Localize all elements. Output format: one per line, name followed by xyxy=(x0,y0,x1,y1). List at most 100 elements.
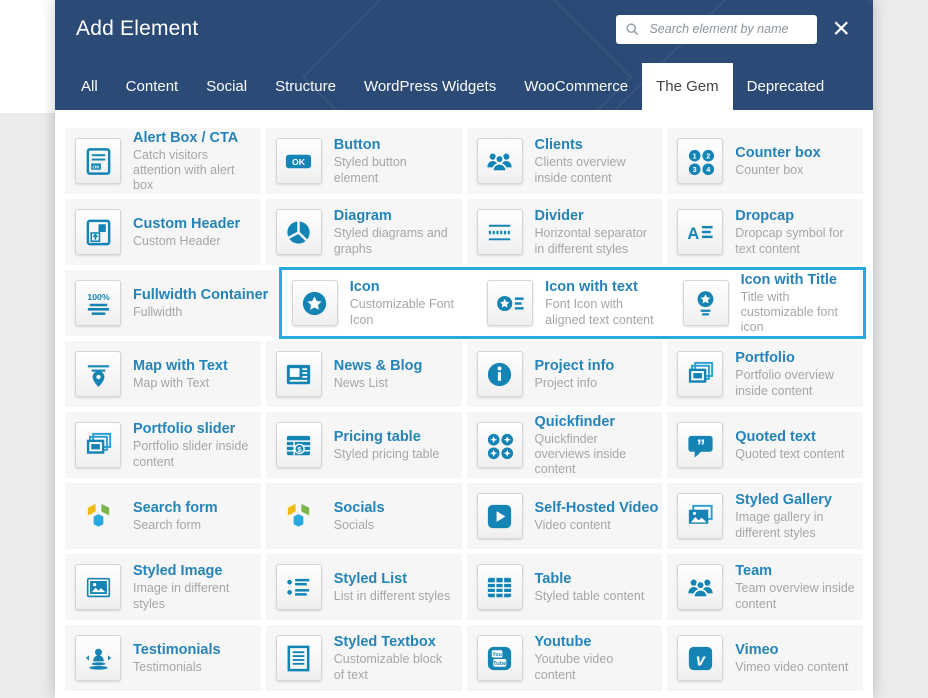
element-description: Portfolio slider inside content xyxy=(133,439,253,470)
element-description: Vimeo video content xyxy=(735,660,848,675)
element-card-news-blog[interactable]: News & BlogNews List xyxy=(266,341,462,407)
element-card-socials[interactable]: SocialsSocials xyxy=(266,483,462,549)
element-title: Map with Text xyxy=(133,357,228,375)
photo-gallery-icon xyxy=(677,493,723,539)
element-card-styled-image[interactable]: Styled ImageImage in different styles xyxy=(65,554,261,620)
element-card-custom-header[interactable]: Custom HeaderCustom Header xyxy=(65,199,261,265)
element-card-icon-with-text[interactable]: Icon with textFont Icon with aligned tex… xyxy=(477,270,667,336)
play-button-icon xyxy=(477,493,523,539)
element-card-alert-box-cta[interactable]: OKAlert Box / CTACatch visitors attentio… xyxy=(65,128,261,194)
framed-image-icon xyxy=(75,564,121,610)
element-card-button[interactable]: OKButtonStyled button element xyxy=(266,128,462,194)
fullwidth-icon: 100% xyxy=(75,280,121,326)
tab-content[interactable]: Content xyxy=(112,63,193,110)
tab-all[interactable]: All xyxy=(67,63,112,110)
tabs-bar: AllContentSocialStructureWordPress Widge… xyxy=(55,63,873,110)
tab-structure[interactable]: Structure xyxy=(261,63,350,110)
element-card-clients[interactable]: ClientsClients overview inside content xyxy=(467,128,663,194)
element-title: Divider xyxy=(535,207,655,225)
tab-the-gem[interactable]: The Gem xyxy=(642,63,733,110)
element-description: Socials xyxy=(334,518,385,533)
page-corner xyxy=(0,0,55,113)
element-card-quoted-text[interactable]: ”Quoted textQuoted text content xyxy=(667,412,863,478)
element-description: Portfolio overview inside content xyxy=(735,368,855,399)
element-title: Search form xyxy=(133,499,218,517)
element-card-divider[interactable]: DividerHorizontal separator in different… xyxy=(467,199,663,265)
star-circle-text-icon xyxy=(487,280,533,326)
elements-grid: OKAlert Box / CTACatch visitors attentio… xyxy=(65,128,863,691)
grid-row: TestimonialsTestimonialsStyled TextboxCu… xyxy=(65,625,863,691)
alert-box-icon: OK xyxy=(75,138,121,184)
grid-row: Search formSearch formSocialsSocialsSelf… xyxy=(65,483,863,549)
dropcap-icon: A xyxy=(677,209,723,255)
counter-icon: 1234 xyxy=(677,138,723,184)
element-description: Quoted text content xyxy=(735,447,844,462)
grid-row: OKAlert Box / CTACatch visitors attentio… xyxy=(65,128,863,194)
vimeo-icon: v xyxy=(677,635,723,681)
element-description: Quickfinder overviews inside content xyxy=(535,432,655,478)
close-button[interactable]: × xyxy=(830,16,852,42)
element-card-icon-with-title[interactable]: Icon with TitleTitle with customizable f… xyxy=(673,270,863,336)
svg-text:OK: OK xyxy=(292,157,306,167)
element-card-self-hosted-video[interactable]: Self-Hosted VideoVideo content xyxy=(467,483,663,549)
element-title: Project info xyxy=(535,357,615,375)
element-title: Styled Gallery xyxy=(735,491,855,509)
element-card-portfolio[interactable]: PortfolioPortfolio overview inside conte… xyxy=(667,341,863,407)
svg-text:2: 2 xyxy=(706,151,710,160)
element-title: Fullwidth Container xyxy=(133,286,268,304)
tab-wordpress-widgets[interactable]: WordPress Widgets xyxy=(350,63,510,110)
element-description: Image in different styles xyxy=(133,581,253,612)
element-card-counter-box[interactable]: 1234Counter boxCounter box xyxy=(667,128,863,194)
page-title: Add Element xyxy=(76,17,198,41)
svg-text:3: 3 xyxy=(692,164,696,173)
element-card-search-form[interactable]: Search formSearch form xyxy=(65,483,261,549)
element-card-project-info[interactable]: Project infoProject info xyxy=(467,341,663,407)
element-card-fullwidth-container[interactable]: 100% Fullwidth ContainerFullwidth xyxy=(65,270,277,336)
youtube-icon: YouTube xyxy=(477,635,523,681)
element-card-pricing-table[interactable]: $Pricing tableStyled pricing table xyxy=(266,412,462,478)
element-card-styled-list[interactable]: Styled ListList in different styles xyxy=(266,554,462,620)
element-description: Font Icon with aligned text content xyxy=(545,297,659,328)
element-description: Map with Text xyxy=(133,376,228,391)
element-description: Horizontal separator in different styles xyxy=(535,226,655,257)
svg-text:100%: 100% xyxy=(87,292,110,302)
element-card-styled-gallery[interactable]: Styled GalleryImage gallery in different… xyxy=(667,483,863,549)
element-card-youtube[interactable]: YouTubeYoutubeYoutube video content xyxy=(467,625,663,691)
element-card-vimeo[interactable]: vVimeoVimeo video content xyxy=(667,625,863,691)
element-card-table[interactable]: TableStyled table content xyxy=(467,554,663,620)
element-title: Icon with Title xyxy=(741,271,855,289)
tab-woocommerce[interactable]: WooCommerce xyxy=(510,63,642,110)
element-card-map-with-text[interactable]: Map with TextMap with Text xyxy=(65,341,261,407)
element-card-styled-textbox[interactable]: Styled TextboxCustomizable block of text xyxy=(266,625,462,691)
element-card-icon[interactable]: IconCustomizable Font Icon xyxy=(282,270,472,336)
search-box[interactable] xyxy=(616,15,817,44)
element-card-diagram[interactable]: DiagramStyled diagrams and graphs xyxy=(266,199,462,265)
element-description: Image gallery in different styles xyxy=(735,510,855,541)
element-card-dropcap[interactable]: ADropcapDropcap symbol for text content xyxy=(667,199,863,265)
star-circle-title-icon xyxy=(683,280,729,326)
element-title: Testimonials xyxy=(133,641,221,659)
element-title: Table xyxy=(535,570,645,588)
element-card-team[interactable]: TeamTeam overview inside content xyxy=(667,554,863,620)
ok-button-icon: OK xyxy=(276,138,322,184)
element-description: Search form xyxy=(133,518,218,533)
element-title: Button xyxy=(334,136,454,154)
tab-deprecated[interactable]: Deprecated xyxy=(733,63,839,110)
element-title: Icon xyxy=(350,278,464,296)
element-card-testimonials[interactable]: TestimonialsTestimonials xyxy=(65,625,261,691)
element-description: Fullwidth xyxy=(133,305,268,320)
element-title: Dropcap xyxy=(735,207,855,225)
table-grid-icon xyxy=(477,564,523,610)
info-circle-icon xyxy=(477,351,523,397)
element-card-quickfinder[interactable]: QuickfinderQuickfinder overviews inside … xyxy=(467,412,663,478)
tab-social[interactable]: Social xyxy=(192,63,261,110)
people-group-icon xyxy=(677,564,723,610)
element-title: Clients xyxy=(535,136,655,154)
element-title: Alert Box / CTA xyxy=(133,129,253,147)
element-title: Self-Hosted Video xyxy=(535,499,655,517)
element-title: Portfolio xyxy=(735,349,855,367)
element-description: Youtube video content xyxy=(535,652,655,683)
element-card-portfolio-slider[interactable]: Portfolio sliderPortfolio slider inside … xyxy=(65,412,261,478)
quickfinder-icon xyxy=(477,422,523,468)
search-input[interactable] xyxy=(647,21,808,37)
